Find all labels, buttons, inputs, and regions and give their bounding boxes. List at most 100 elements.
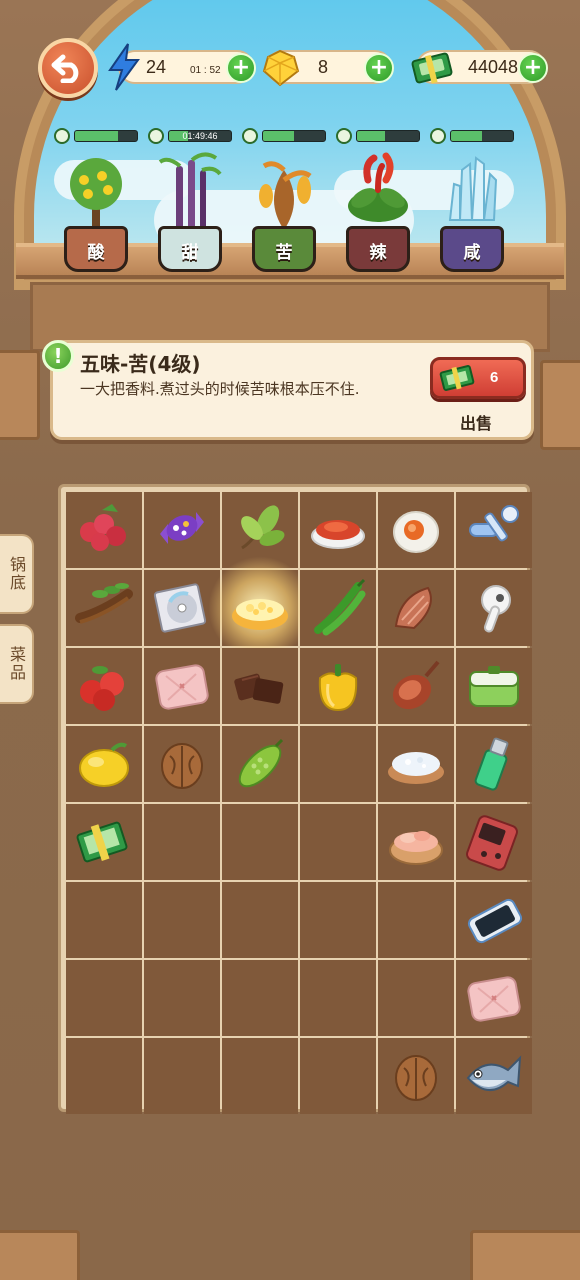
tab-dishes[interactable]: 菜品 bbox=[0, 624, 34, 704]
plant-pot: 苦 bbox=[252, 226, 316, 272]
board-cell-empty[interactable] bbox=[144, 804, 220, 880]
board-cell-empty[interactable] bbox=[222, 804, 298, 880]
board-cell-lighter[interactable] bbox=[456, 726, 532, 802]
board-cell-empty[interactable] bbox=[378, 960, 454, 1036]
board-cell-empty[interactable] bbox=[222, 882, 298, 958]
bitter-melon-icon bbox=[238, 738, 284, 788]
board-cell-empty[interactable] bbox=[222, 960, 298, 1036]
board-cell-empty[interactable] bbox=[300, 1038, 376, 1114]
chocolate-icon bbox=[234, 673, 284, 704]
lightning-icon bbox=[108, 43, 140, 91]
item-description: 一大把香料.煮过头的时候苦味根本压不住. bbox=[80, 380, 360, 398]
plant-1[interactable]: 01:49:46 甜 bbox=[144, 128, 236, 278]
info-icon: ! bbox=[42, 340, 74, 372]
board-cell-walnut[interactable] bbox=[378, 1038, 454, 1114]
board-cell-spice-bowl[interactable] bbox=[208, 556, 312, 660]
board-cell-salted-egg[interactable] bbox=[378, 492, 454, 568]
add-energy-button[interactable]: + bbox=[226, 53, 256, 83]
board-cell-cured-fish[interactable] bbox=[378, 570, 454, 646]
board-cell-pink-tofu-skin[interactable] bbox=[144, 648, 220, 724]
board-cell-salt-bowl[interactable] bbox=[378, 726, 454, 802]
clock-icon bbox=[430, 128, 446, 144]
board-cell-tamarind[interactable] bbox=[66, 570, 142, 646]
board-cell-key[interactable] bbox=[456, 492, 532, 568]
board-cell-empty[interactable] bbox=[66, 1038, 142, 1114]
plant-timer bbox=[336, 128, 422, 144]
board-cell-lunch-box[interactable] bbox=[456, 648, 532, 724]
sugarcane-icon bbox=[158, 152, 222, 230]
board-cell-green-chili[interactable] bbox=[300, 570, 376, 646]
plant-3[interactable]: 辣 bbox=[332, 128, 424, 278]
board-cell-empty[interactable] bbox=[300, 882, 376, 958]
chili-plant-icon bbox=[348, 152, 408, 222]
board-cell-empty[interactable] bbox=[144, 882, 220, 958]
plant-4[interactable]: 咸 bbox=[426, 128, 518, 278]
board-cell-chocolate[interactable] bbox=[222, 648, 298, 724]
board-cell-empty[interactable] bbox=[378, 882, 454, 958]
sell-label[interactable]: 出售 bbox=[460, 410, 492, 434]
cd-disc-icon bbox=[153, 583, 207, 633]
clock-icon bbox=[54, 128, 70, 144]
crate bbox=[0, 1230, 80, 1280]
add-gems-button[interactable]: + bbox=[364, 53, 394, 83]
sell-button[interactable] bbox=[430, 357, 526, 399]
board-cell-empty[interactable] bbox=[300, 804, 376, 880]
board-cell-empty[interactable] bbox=[66, 882, 142, 958]
gem-icon bbox=[262, 49, 300, 87]
plant-progress-bar bbox=[450, 130, 514, 142]
chili-powder-icon bbox=[311, 520, 365, 549]
back-button[interactable] bbox=[38, 38, 98, 98]
hawthorn-icon bbox=[80, 666, 124, 711]
lighter-icon bbox=[474, 737, 509, 791]
board-cell-bitter-melon[interactable] bbox=[222, 726, 298, 802]
board-cell-earbud[interactable] bbox=[456, 570, 532, 646]
smartphone-icon bbox=[467, 898, 523, 944]
tamarind-icon bbox=[75, 583, 133, 624]
board-cell-shrimp-bowl[interactable] bbox=[378, 804, 454, 880]
lunch-box-icon bbox=[469, 666, 519, 707]
board-cell-empty[interactable] bbox=[300, 726, 376, 802]
board-cell-chili-powder[interactable] bbox=[300, 492, 376, 568]
shrimp-bowl-icon bbox=[389, 831, 443, 865]
board-cell-smartphone[interactable] bbox=[456, 882, 532, 958]
candy-icon bbox=[160, 512, 204, 544]
plant-2[interactable]: 苦 bbox=[238, 128, 330, 278]
crate bbox=[540, 360, 580, 450]
sell-price: 6 bbox=[490, 369, 499, 386]
plant-timer bbox=[242, 128, 328, 144]
plant-label: 苦 bbox=[275, 243, 293, 263]
clock-icon bbox=[148, 128, 164, 144]
board-cell-empty[interactable] bbox=[144, 960, 220, 1036]
gem-counter: 8 + bbox=[262, 49, 394, 87]
board-cell-cash-bundle[interactable] bbox=[66, 804, 142, 880]
board-cell-lemon[interactable] bbox=[66, 726, 142, 802]
walnut-icon bbox=[395, 1055, 437, 1101]
board-cell-walnut[interactable] bbox=[144, 726, 220, 802]
board-cell-pink-tofu-skin[interactable] bbox=[456, 960, 532, 1036]
tab-pot-base[interactable]: 锅底 bbox=[0, 534, 34, 614]
board-cell-empty[interactable] bbox=[222, 1038, 298, 1114]
board-cell-raspberry[interactable] bbox=[66, 492, 142, 568]
cash-bundle-icon bbox=[76, 821, 128, 863]
board-cell-cured-meat[interactable] bbox=[378, 648, 454, 724]
cured-meat-icon bbox=[392, 660, 440, 710]
raspberry-icon bbox=[80, 504, 126, 551]
plant-progress-bar bbox=[262, 130, 326, 142]
board-cell-fish[interactable] bbox=[456, 1038, 532, 1114]
board-cell-hawthorn[interactable] bbox=[66, 648, 142, 724]
board-cell-empty[interactable] bbox=[300, 960, 376, 1036]
plant-progress-bar bbox=[356, 130, 420, 142]
add-cash-button[interactable]: + bbox=[518, 53, 548, 83]
board-cell-game-console[interactable] bbox=[456, 804, 532, 880]
plant-progress-bar bbox=[74, 130, 138, 142]
plant-0[interactable]: 酸 bbox=[50, 128, 142, 278]
board-cell-empty[interactable] bbox=[66, 960, 142, 1036]
plant-label: 辣 bbox=[369, 243, 387, 263]
energy-counter: 24 01 : 52 + bbox=[108, 43, 256, 91]
board-cell-empty[interactable] bbox=[144, 1038, 220, 1114]
cash-value: 44048 bbox=[468, 56, 519, 77]
board-cell-candy[interactable] bbox=[144, 492, 220, 568]
pink-tofu-skin-icon bbox=[155, 664, 209, 710]
game-console-icon bbox=[466, 815, 518, 871]
board-cell-yellow-pepper[interactable] bbox=[300, 648, 376, 724]
